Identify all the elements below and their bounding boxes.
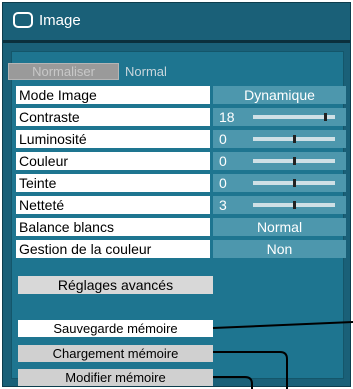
callout-lines xyxy=(212,321,353,389)
callout-line-edit xyxy=(213,376,253,389)
callout-line-save xyxy=(212,321,353,329)
callout-line-load xyxy=(213,351,288,389)
